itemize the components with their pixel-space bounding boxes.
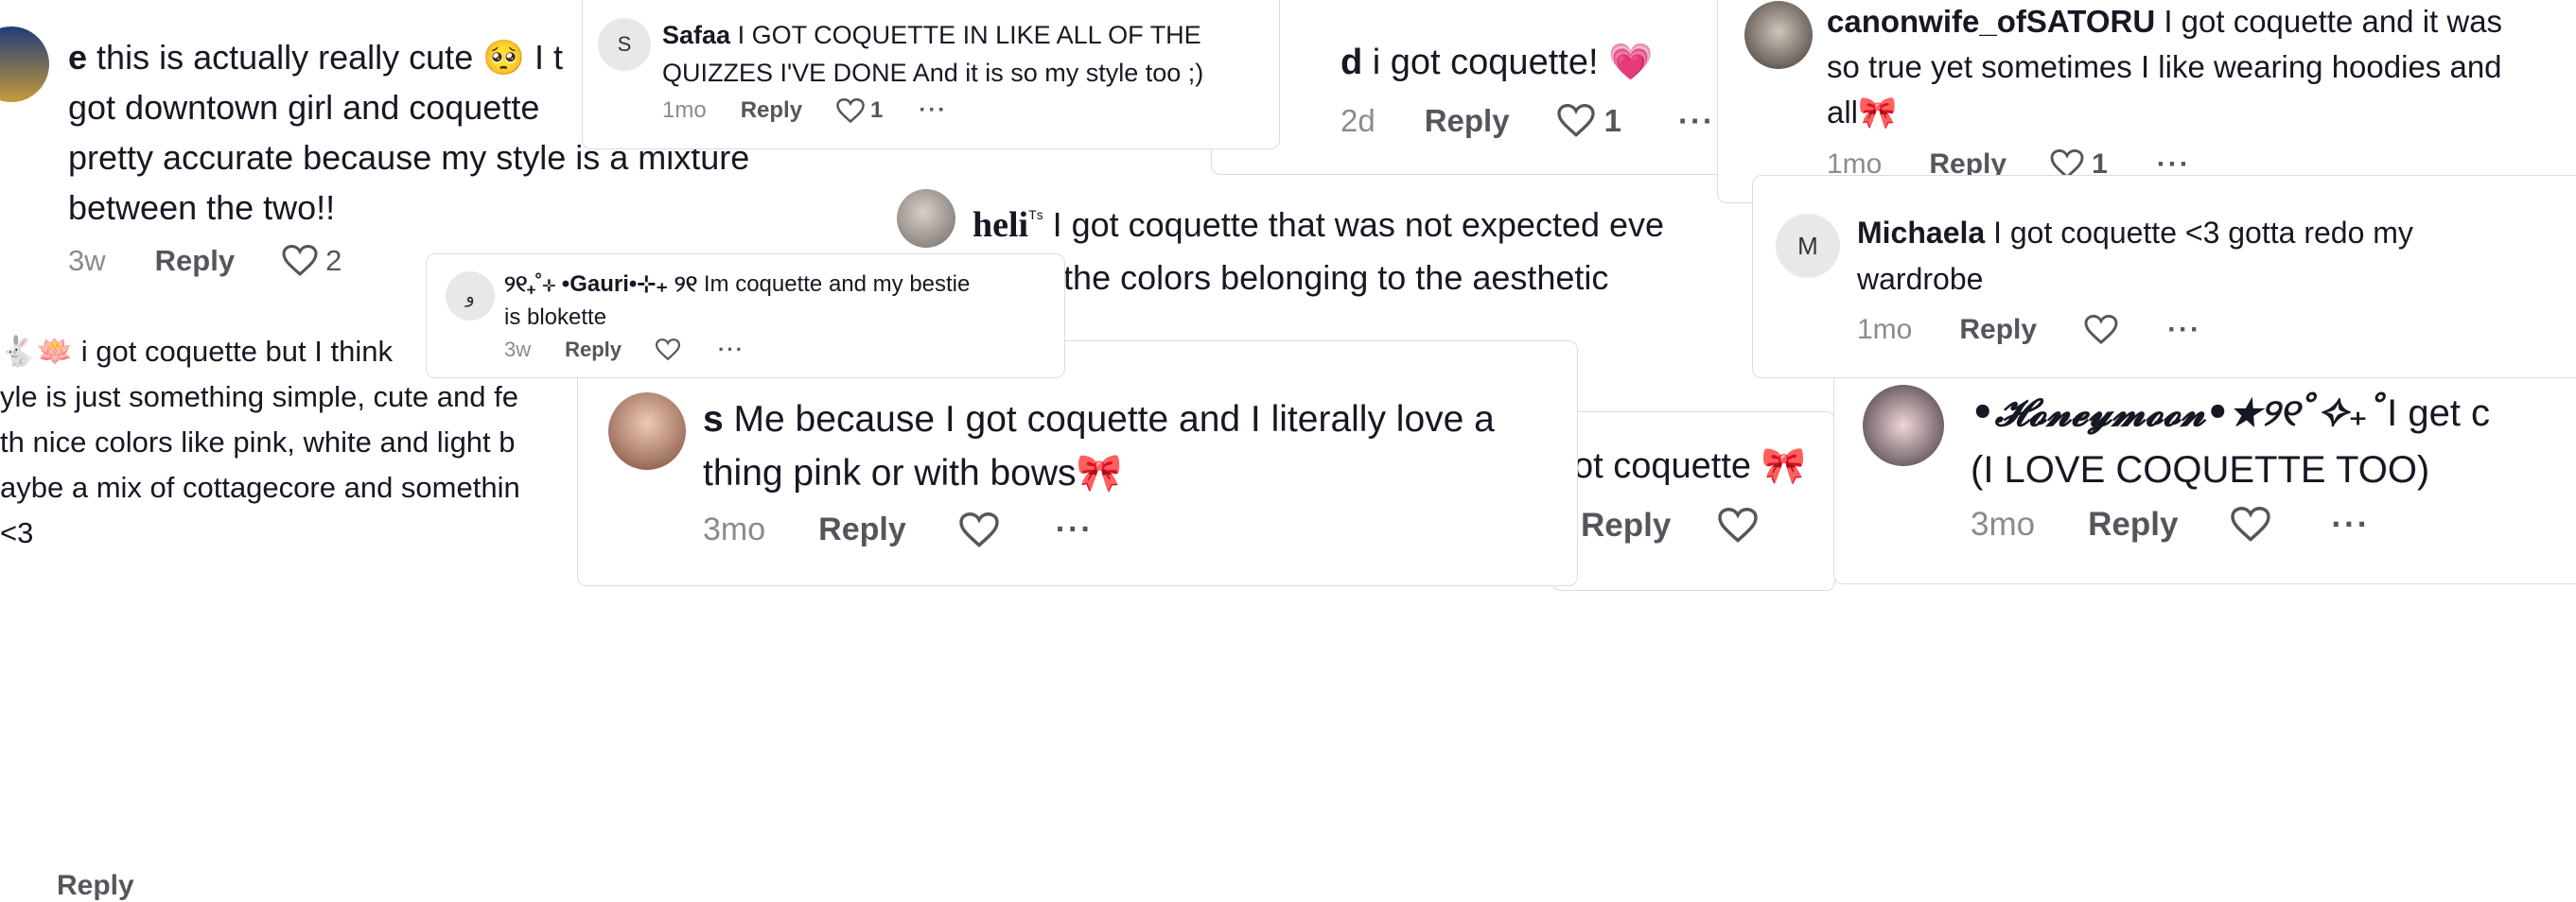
comment-text: heliᵀˢ I got coquette that was not expec… xyxy=(973,205,1665,297)
timestamp: 1mo xyxy=(662,97,707,123)
username[interactable]: d xyxy=(1341,43,1362,82)
like-count: 1 xyxy=(870,97,884,123)
comment-meta: Reply xyxy=(1581,507,1759,545)
comment-text: ot coquette 🎀 xyxy=(1573,446,1806,486)
like-heart-icon[interactable] xyxy=(656,338,681,361)
like-heart-icon[interactable] xyxy=(836,97,865,124)
comment-meta: 3mo Reply ··· xyxy=(703,512,1094,548)
more-options-icon[interactable]: ··· xyxy=(1056,512,1094,548)
username[interactable]: canonwife_ofSATORU xyxy=(1827,4,2155,39)
like-heart-icon[interactable] xyxy=(2084,315,2118,345)
avatar[interactable]: M xyxy=(1776,214,1840,278)
comment-text: •𝓗𝓸𝓷𝓮𝔂𝓶𝓸𝓸𝓷•★୨୧˚✧₊˚I get c (I LOVE COQUET… xyxy=(1971,390,2491,491)
avatar[interactable] xyxy=(1744,1,1813,69)
reply-button[interactable]: Reply xyxy=(818,512,906,548)
like-heart-icon[interactable] xyxy=(1718,508,1759,544)
reply-button[interactable]: Reply xyxy=(565,338,622,362)
more-options-icon[interactable]: ··· xyxy=(2331,506,2370,544)
comment-card-d: d i got coquette! 💗 2d Reply 1 ··· xyxy=(1211,0,1741,175)
comment-text: Safaa I GOT COQUETTE IN LIKE ALL OF THE … xyxy=(662,21,1204,87)
comment-card-honeymoon: •𝓗𝓸𝓷𝓮𝔂𝓶𝓸𝓸𝓷•★୨୧˚✧₊˚I get c (I LOVE COQUET… xyxy=(1833,357,2576,584)
username[interactable]: heli xyxy=(973,205,1028,245)
timestamp: 1mo xyxy=(1857,314,1913,345)
timestamp: 3w xyxy=(504,338,532,361)
reply-button[interactable]: Reply xyxy=(741,97,802,124)
reply-button[interactable]: Reply xyxy=(155,244,235,278)
avatar[interactable] xyxy=(897,189,955,248)
like-heart-icon[interactable] xyxy=(1556,104,1595,138)
comment-text: d i got coquette! 💗 xyxy=(1341,43,1654,82)
comment-meta: 3w Reply 2 xyxy=(68,244,342,278)
like-count: 1 xyxy=(1603,103,1621,138)
comment-card-canonwife: canonwife_ofSATORU I got coquette and it… xyxy=(1717,0,2576,203)
comment-card-michaela: M Michaela I got coquette <3 gotta redo … xyxy=(1752,175,2576,378)
like-heart-icon[interactable] xyxy=(959,512,999,548)
more-options-icon[interactable]: ··· xyxy=(718,338,745,362)
timestamp: 3mo xyxy=(1971,506,2036,543)
comment-meta: 3mo Reply ··· xyxy=(1971,506,2370,544)
timestamp: 3w xyxy=(68,244,106,277)
reply-button[interactable]: Reply xyxy=(1581,507,1671,545)
comment-meta: Reply xyxy=(57,870,134,902)
comment-meta: 2d Reply 1 ··· xyxy=(1341,103,1715,139)
avatar[interactable]: و xyxy=(446,271,495,321)
comment-card-gauri: و ୨୧₊˚⊹ •Gauri•⊹₊ ୨୧ Im coquette and my … xyxy=(426,253,1065,378)
comment-text: ୨୧₊˚⊹ •Gauri•⊹₊ ୨୧ Im coquette and my be… xyxy=(504,271,971,330)
avatar[interactable] xyxy=(0,26,49,102)
reply-button[interactable]: Reply xyxy=(1425,103,1510,139)
like-heart-icon[interactable] xyxy=(2231,507,2271,543)
reply-button[interactable]: Reply xyxy=(2088,506,2178,544)
avatar[interactable] xyxy=(1863,385,1944,466)
comment-meta: 1mo Reply 1 ··· xyxy=(662,97,947,124)
timestamp: 2d xyxy=(1341,103,1376,138)
username[interactable]: •𝓗𝓸𝓷𝓮𝔂𝓶𝓸𝓸𝓷•★୨୧˚✧₊˚ xyxy=(1971,390,2387,435)
username[interactable]: s xyxy=(703,399,724,440)
comment-meta: 3w Reply ··· xyxy=(504,338,745,362)
username[interactable]: ୨୧₊˚⊹ •Gauri•⊹₊ ୨୧ xyxy=(504,271,697,297)
more-options-icon[interactable]: ··· xyxy=(1678,103,1715,139)
like-heart-icon[interactable] xyxy=(282,245,318,277)
username[interactable]: Safaa xyxy=(662,21,730,49)
more-options-icon[interactable]: ··· xyxy=(919,97,947,124)
username[interactable]: e xyxy=(68,38,87,77)
avatar[interactable]: S xyxy=(598,18,651,71)
comment-meta: 1mo Reply ··· xyxy=(1857,314,2201,346)
comment-text: s Me because I got coquette and I litera… xyxy=(703,399,1495,494)
comment-text: Michaela I got coquette <3 gotta redo my… xyxy=(1857,216,2413,296)
more-options-icon[interactable]: ··· xyxy=(2167,314,2201,346)
timestamp: 3mo xyxy=(703,512,766,547)
reply-button[interactable]: Reply xyxy=(57,870,134,902)
like-count: 2 xyxy=(325,244,342,277)
username[interactable]: Michaela xyxy=(1857,216,1985,250)
comment-card-safaa: S Safaa I GOT COQUETTE IN LIKE ALL OF TH… xyxy=(582,0,1280,149)
avatar[interactable] xyxy=(608,392,686,470)
comment-text: canonwife_ofSATORU I got coquette and it… xyxy=(1827,4,2503,130)
reply-button[interactable]: Reply xyxy=(1959,314,2037,346)
comment-card-partial: ot coquette 🎀 Reply xyxy=(1551,411,1835,591)
